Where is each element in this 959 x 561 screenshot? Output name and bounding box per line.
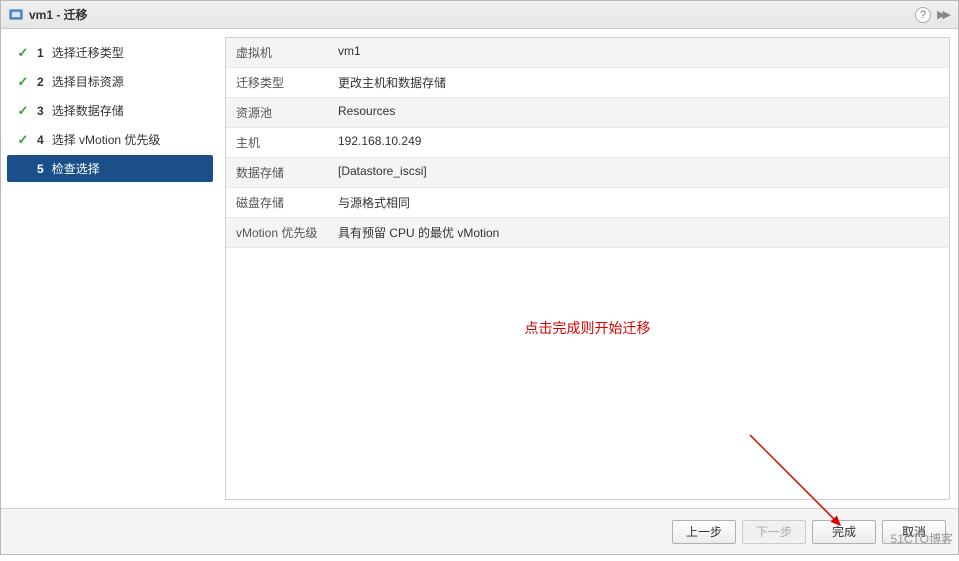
summary-label: 虚拟机 — [226, 38, 328, 67]
step-review-selection[interactable]: 5 检查选择 — [7, 155, 213, 182]
summary-value: 具有预留 CPU 的最优 vMotion — [328, 218, 949, 247]
wizard-steps-sidebar: ✓ 1 选择迁移类型 ✓ 2 选择目标资源 ✓ 3 选择数据存储 ✓ 4 选择 … — [1, 29, 219, 508]
summary-label: 资源池 — [226, 98, 328, 127]
row-resource-pool: 资源池 Resources — [226, 98, 949, 128]
summary-label: 数据存储 — [226, 158, 328, 187]
row-datastore: 数据存储 [Datastore_iscsi] — [226, 158, 949, 188]
collapse-icon[interactable]: ▶▶ — [937, 8, 950, 21]
wizard-body: ✓ 1 选择迁移类型 ✓ 2 选择目标资源 ✓ 3 选择数据存储 ✓ 4 选择 … — [1, 29, 958, 508]
cancel-button[interactable]: 取消 — [882, 520, 946, 544]
summary-value: [Datastore_iscsi] — [328, 158, 949, 187]
summary-label: vMotion 优先级 — [226, 218, 328, 247]
row-vm: 虚拟机 vm1 — [226, 38, 949, 68]
summary-label: 磁盘存储 — [226, 188, 328, 217]
step-select-vmotion-priority[interactable]: ✓ 4 选择 vMotion 优先级 — [7, 126, 213, 153]
summary-value: vm1 — [328, 38, 949, 67]
step-label: 检查选择 — [52, 160, 100, 177]
summary-label: 主机 — [226, 128, 328, 157]
summary-value: 与源格式相同 — [328, 188, 949, 217]
row-host: 主机 192.168.10.249 — [226, 128, 949, 158]
check-icon: ✓ — [17, 74, 29, 90]
step-select-migration-type[interactable]: ✓ 1 选择迁移类型 — [7, 39, 213, 66]
row-migration-type: 迁移类型 更改主机和数据存储 — [226, 68, 949, 98]
summary-value: 更改主机和数据存储 — [328, 68, 949, 97]
row-disk-format: 磁盘存储 与源格式相同 — [226, 188, 949, 218]
summary-value: 192.168.10.249 — [328, 128, 949, 157]
step-label: 选择目标资源 — [52, 73, 124, 90]
finish-button[interactable]: 完成 — [812, 520, 876, 544]
row-vmotion-priority: vMotion 优先级 具有预留 CPU 的最优 vMotion — [226, 218, 949, 248]
wizard-footer: 上一步 下一步 完成 取消 — [1, 508, 958, 554]
check-icon: ✓ — [17, 45, 29, 61]
check-icon: ✓ — [17, 103, 29, 119]
next-button: 下一步 — [742, 520, 806, 544]
summary-value: Resources — [328, 98, 949, 127]
vm-icon — [9, 8, 23, 22]
help-icon[interactable]: ? — [915, 7, 931, 23]
back-button[interactable]: 上一步 — [672, 520, 736, 544]
summary-label: 迁移类型 — [226, 68, 328, 97]
check-icon: ✓ — [17, 132, 29, 148]
step-label: 选择 vMotion 优先级 — [52, 131, 161, 148]
annotation-text: 点击完成则开始迁移 — [226, 318, 949, 338]
step-label: 选择数据存储 — [52, 102, 124, 119]
titlebar: vm1 - 迁移 ? ▶▶ — [1, 1, 958, 29]
summary-panel: 虚拟机 vm1 迁移类型 更改主机和数据存储 资源池 Resources 主机 … — [225, 37, 950, 500]
step-select-datastore[interactable]: ✓ 3 选择数据存储 — [7, 97, 213, 124]
step-label: 选择迁移类型 — [52, 44, 124, 61]
migration-wizard-window: vm1 - 迁移 ? ▶▶ ✓ 1 选择迁移类型 ✓ 2 选择目标资源 ✓ 3 … — [0, 0, 959, 555]
step-select-target[interactable]: ✓ 2 选择目标资源 — [7, 68, 213, 95]
window-title: vm1 - 迁移 — [29, 6, 88, 23]
